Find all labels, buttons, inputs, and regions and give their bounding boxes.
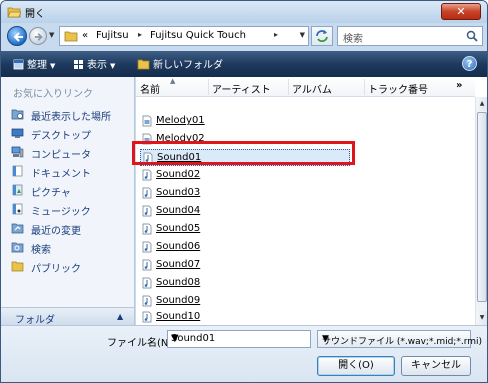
file-name: Sound10	[156, 311, 201, 322]
sidebar-item-label: デスクトップ	[31, 131, 91, 142]
sidebar-item-label: 検索	[31, 245, 51, 256]
open-button[interactable]: 開く(O)	[317, 356, 395, 376]
audio-file-icon	[142, 169, 152, 181]
midi-file-icon	[142, 115, 152, 127]
file-name: Sound07	[156, 259, 201, 270]
file-name: Sound06	[156, 241, 201, 252]
open-folder-icon	[7, 7, 21, 18]
help-icon[interactable]: ?	[462, 56, 477, 71]
vertical-scrollbar[interactable]: ▲ ▼	[475, 97, 487, 325]
breadcrumb[interactable]: « Fujitsu ▸ Fujitsu Quick Touch ▸ ▼	[59, 26, 309, 46]
favorite-links-heading: お気に入りリンク	[13, 89, 93, 100]
new-folder-label: 新しいフォルダ	[153, 60, 223, 71]
new-folder-button[interactable]: 新しいフォルダ	[137, 56, 223, 71]
file-list: 名前 ▲ アーティスト アルバム トラック番号 » Melody01 Melod…	[136, 77, 487, 325]
organize-label: 整理	[27, 60, 47, 71]
sidebar-item-label: コンピュータ	[31, 150, 91, 161]
recently-changed-icon	[11, 223, 24, 234]
recent-pages-dropdown[interactable]: ▼	[49, 31, 54, 39]
audio-file-icon	[142, 295, 152, 307]
audio-file-icon	[142, 277, 152, 289]
column-header-artist[interactable]: アーティスト	[212, 81, 271, 96]
close-button[interactable]: ✕	[441, 3, 481, 20]
new-folder-icon	[137, 59, 150, 70]
scroll-down-icon[interactable]: ▼	[476, 311, 487, 325]
refresh-button[interactable]	[311, 26, 333, 46]
chevron-up-icon: ▲	[117, 312, 124, 321]
audio-file-icon	[142, 259, 152, 271]
column-header-name[interactable]: 名前	[140, 81, 160, 96]
searches-icon	[11, 242, 24, 253]
public-folder-icon	[11, 261, 24, 272]
column-header-row: 名前 ▲ アーティスト アルバム トラック番号 »	[136, 77, 475, 97]
audio-file-icon	[142, 223, 152, 235]
title-bar: 開く ✕	[1, 1, 487, 23]
filename-field[interactable]: Sound01 ▼	[167, 330, 311, 348]
search-input[interactable]: 検索	[337, 26, 483, 46]
back-button[interactable]	[7, 26, 27, 46]
arrow-left-icon	[13, 32, 23, 42]
organize-button[interactable]: 整理 ▼	[13, 56, 55, 71]
file-name: Sound09	[156, 295, 201, 306]
search-placeholder: 検索	[343, 34, 363, 45]
breadcrumb-overflow[interactable]: «	[82, 30, 88, 41]
recent-places-icon	[11, 109, 24, 120]
audio-file-icon	[142, 311, 152, 323]
scrollbar-thumb[interactable]	[477, 112, 487, 302]
sort-ascending-icon: ▲	[170, 77, 176, 85]
view-button[interactable]: 表示 ▼	[73, 56, 115, 71]
audio-file-icon	[142, 241, 152, 253]
chevron-down-icon[interactable]: ▼	[322, 334, 467, 344]
search-icon[interactable]	[466, 30, 478, 42]
organize-icon	[13, 59, 24, 70]
more-columns-button[interactable]: »	[456, 80, 462, 91]
file-name: Sound08	[156, 277, 201, 288]
breadcrumb-item-quick-touch[interactable]: Fujitsu Quick Touch	[150, 30, 246, 41]
refresh-icon	[316, 30, 328, 42]
file-name: Sound05	[156, 223, 201, 234]
desktop-icon	[11, 128, 24, 138]
sidebar-item-label: パブリック	[31, 264, 81, 275]
file-name: Melody01	[156, 115, 205, 126]
column-header-album[interactable]: アルバム	[292, 81, 332, 96]
folder-icon	[64, 31, 78, 42]
view-label: 表示	[87, 60, 107, 71]
open-dialog: 開く ✕ ▼ « Fujitsu ▸ Fujitsu Quick Touch ▸…	[0, 0, 488, 383]
folders-toggle[interactable]: フォルダ ▲	[1, 307, 135, 326]
dialog-footer: ファイル名(N): Sound01 ▼ サウンドファイル (*.wav;*.mi…	[1, 325, 487, 382]
sidebar-item-label: ピクチャ	[31, 188, 71, 199]
window-title: 開く	[25, 9, 45, 20]
sidebar-item-label: ドキュメント	[31, 169, 91, 180]
sidebar-item-label: 最近表示した場所	[31, 112, 111, 123]
navigation-pane: お気に入りリンク 最近表示した場所 デスクトップ コンピュータ ドキュメント ピ…	[1, 77, 135, 309]
documents-icon	[12, 165, 23, 177]
folders-label: フォルダ	[15, 315, 55, 326]
audio-file-icon	[142, 205, 152, 217]
chevron-down-icon[interactable]: ▼	[171, 333, 307, 344]
file-name: Sound02	[156, 169, 201, 180]
address-dropdown[interactable]: ▼	[300, 31, 305, 39]
highlight-frame	[132, 141, 355, 165]
scroll-up-icon[interactable]: ▲	[476, 97, 487, 111]
pictures-icon	[12, 184, 23, 196]
breadcrumb-item-fujitsu[interactable]: Fujitsu	[96, 30, 129, 41]
music-icon	[12, 203, 23, 215]
computer-icon	[11, 146, 24, 158]
breadcrumb-separator[interactable]: ▸	[274, 30, 278, 39]
file-name: Sound03	[156, 187, 201, 198]
file-name: Sound04	[156, 205, 201, 216]
command-toolbar: 整理 ▼ 表示 ▼ 新しいフォルダ ?	[1, 51, 487, 77]
audio-file-icon	[142, 187, 152, 199]
sidebar-item-label: 最近の変更	[31, 226, 81, 237]
forward-button[interactable]	[29, 27, 47, 45]
arrow-right-icon	[34, 33, 43, 41]
column-header-track-number[interactable]: トラック番号	[368, 81, 428, 96]
address-row: ▼ « Fujitsu ▸ Fujitsu Quick Touch ▸ ▼ 検索	[1, 23, 487, 49]
view-icon	[74, 60, 83, 69]
filename-label: ファイル名(N):	[107, 338, 176, 349]
breadcrumb-separator[interactable]: ▸	[138, 30, 142, 39]
filetype-select[interactable]: サウンドファイル (*.wav;*.mid;*.rmi) ▼	[317, 330, 482, 348]
sidebar-item-label: ミュージック	[31, 207, 91, 218]
cancel-button[interactable]: キャンセル	[401, 356, 471, 376]
